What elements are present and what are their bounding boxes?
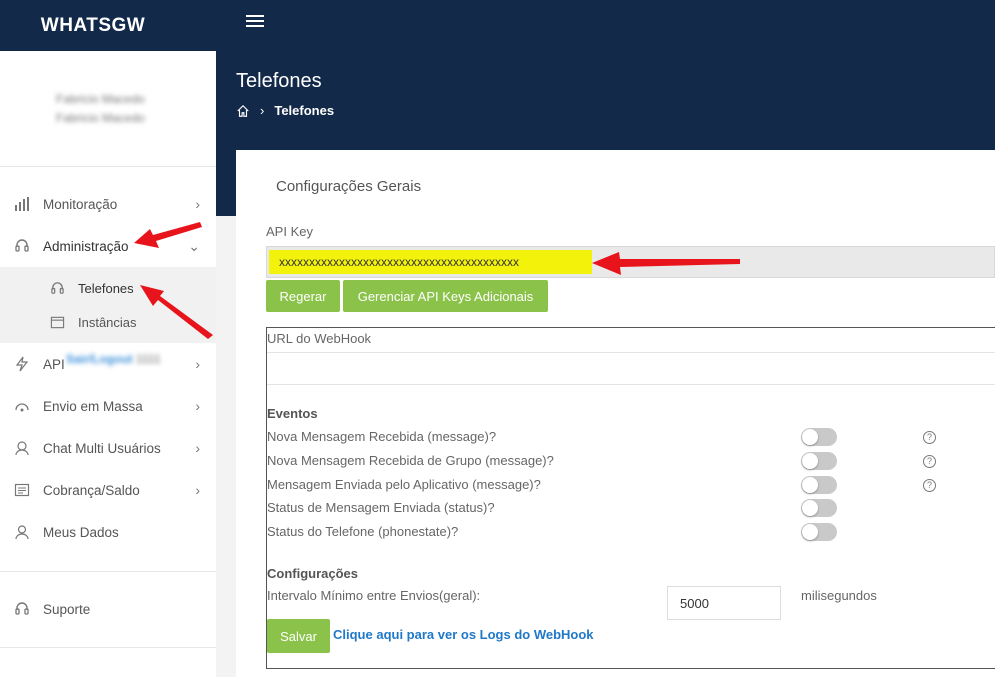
sidebar-subitem-label: Telefones	[78, 280, 134, 296]
brand-logo: WHATSGW	[40, 14, 146, 36]
chevron-right-icon: ›	[195, 196, 200, 212]
home-icon[interactable]	[236, 104, 250, 118]
help-icon[interactable]: ?	[923, 431, 936, 444]
sidebar-item-meus-dados[interactable]: Meus Dados	[0, 511, 216, 553]
sidebar-item-envio-em-massa[interactable]: Envio em Massa ›	[0, 385, 216, 427]
user-icon	[13, 523, 31, 541]
sidebar-item-label: API	[43, 356, 65, 372]
chevron-right-icon: ›	[195, 356, 200, 372]
headset-icon	[13, 600, 31, 618]
event-label: Nova Mensagem Recebida de Grupo (message…	[267, 453, 554, 468]
bar-chart-icon	[13, 195, 31, 213]
sidebar-item-label: Envio em Massa	[43, 398, 143, 414]
breadcrumb-separator: ›	[260, 103, 265, 118]
interval-label: Intervalo Mínimo entre Envios(geral):	[267, 588, 481, 603]
sidebar-item-label: Cobrança/Saldo	[43, 482, 140, 498]
interval-unit: milisegundos	[801, 588, 877, 603]
sidebar-item-label: Administração	[43, 238, 129, 254]
top-bar: WHATSGW	[0, 0, 995, 51]
sidebar-subitem-telefones[interactable]: Telefones	[0, 271, 216, 305]
sidebar-subitem-instancias[interactable]: Instâncias	[0, 305, 216, 339]
sidebar-item-label: Chat Multi Usuários	[43, 440, 161, 456]
chevron-right-icon: ›	[195, 440, 200, 456]
event-toggle-status[interactable]	[801, 499, 837, 517]
regerar-button[interactable]: Regerar	[266, 280, 340, 312]
submenu-administracao: Telefones Instâncias	[0, 267, 216, 343]
profile-subtitle: Fabricio Macedo	[56, 110, 145, 125]
api-key-field[interactable]: xxxxxxxxxxxxxxxxxxxxxxxxxxxxxxxxxxxxxxxx	[266, 246, 995, 278]
page-title: Telefones	[236, 70, 322, 92]
config-title: Configurações	[267, 566, 359, 581]
breadcrumb-current: Telefones	[274, 103, 335, 118]
api-key-label: API Key	[266, 224, 313, 239]
chat-user-icon	[13, 439, 31, 457]
user-profile: Fabricio Macedo Fabricio Macedo Sair/Log…	[0, 51, 216, 366]
sidebar-item-administracao[interactable]: Administração ⌄	[0, 225, 216, 267]
events-title: Eventos	[267, 406, 318, 421]
settings-card: Configurações Gerais API Key xxxxxxxxxxx…	[236, 150, 995, 677]
headset-icon	[13, 237, 31, 255]
card-title: Configurações Gerais	[276, 178, 422, 195]
chevron-down-icon: ⌄	[188, 237, 200, 254]
window-icon	[49, 314, 65, 330]
sidebar-item-api[interactable]: API ›	[0, 343, 216, 385]
sidebar-item-monitoracao[interactable]: Monitoração ›	[0, 183, 216, 225]
broadcast-icon	[13, 397, 31, 415]
invoice-icon	[13, 481, 31, 499]
webhook-url-label: URL do WebHook	[267, 331, 372, 346]
sidebar-divider	[0, 647, 216, 648]
sidebar: Fabricio Macedo Fabricio Macedo Sair/Log…	[0, 51, 216, 677]
event-label: Nova Mensagem Recebida (message)?	[267, 429, 497, 444]
breadcrumb: › Telefones	[236, 103, 334, 118]
sidebar-item-cobranca-saldo[interactable]: Cobrança/Saldo ›	[0, 469, 216, 511]
gerenciar-api-keys-button[interactable]: Gerenciar API Keys Adicionais	[343, 280, 548, 312]
event-label: Mensagem Enviada pelo Aplicativo (messag…	[267, 477, 541, 492]
help-icon[interactable]: ?	[923, 455, 936, 468]
menu-toggle-icon[interactable]	[246, 15, 264, 31]
profile-name: Fabricio Macedo	[56, 91, 145, 106]
salvar-button[interactable]: Salvar	[267, 619, 330, 653]
sidebar-nav: Monitoração › Administração ⌄ Telefones …	[0, 167, 216, 648]
bolt-icon	[13, 355, 31, 373]
chevron-right-icon: ›	[195, 398, 200, 414]
chevron-right-icon: ›	[195, 482, 200, 498]
event-toggle-sent-message[interactable]	[801, 476, 837, 494]
sidebar-item-chat-multi-usuarios[interactable]: Chat Multi Usuários ›	[0, 427, 216, 469]
event-toggle-message[interactable]	[801, 428, 837, 446]
help-icon[interactable]: ?	[923, 479, 936, 492]
webhook-logs-link[interactable]: Clique aqui para ver os Logs do WebHook	[333, 627, 594, 642]
sidebar-item-label: Suporte	[43, 601, 91, 617]
sidebar-item-label: Meus Dados	[43, 524, 119, 540]
event-toggle-phonestate[interactable]	[801, 523, 837, 541]
event-label: Status de Mensagem Enviada (status)?	[267, 500, 495, 515]
sidebar-item-suporte[interactable]: Suporte	[0, 588, 216, 630]
api-key-value: xxxxxxxxxxxxxxxxxxxxxxxxxxxxxxxxxxxxxxxx	[269, 250, 592, 274]
headset-icon	[49, 280, 65, 296]
sidebar-item-label: Monitoração	[43, 196, 118, 212]
event-label: Status do Telefone (phonestate)?	[267, 524, 459, 539]
interval-input[interactable]	[667, 586, 781, 620]
sidebar-subitem-label: Instâncias	[78, 314, 137, 330]
webhook-panel: URL do WebHook Eventos Nova Mensagem Rec…	[266, 327, 995, 669]
webhook-url-input[interactable]	[267, 352, 995, 385]
event-toggle-group-message[interactable]	[801, 452, 837, 470]
